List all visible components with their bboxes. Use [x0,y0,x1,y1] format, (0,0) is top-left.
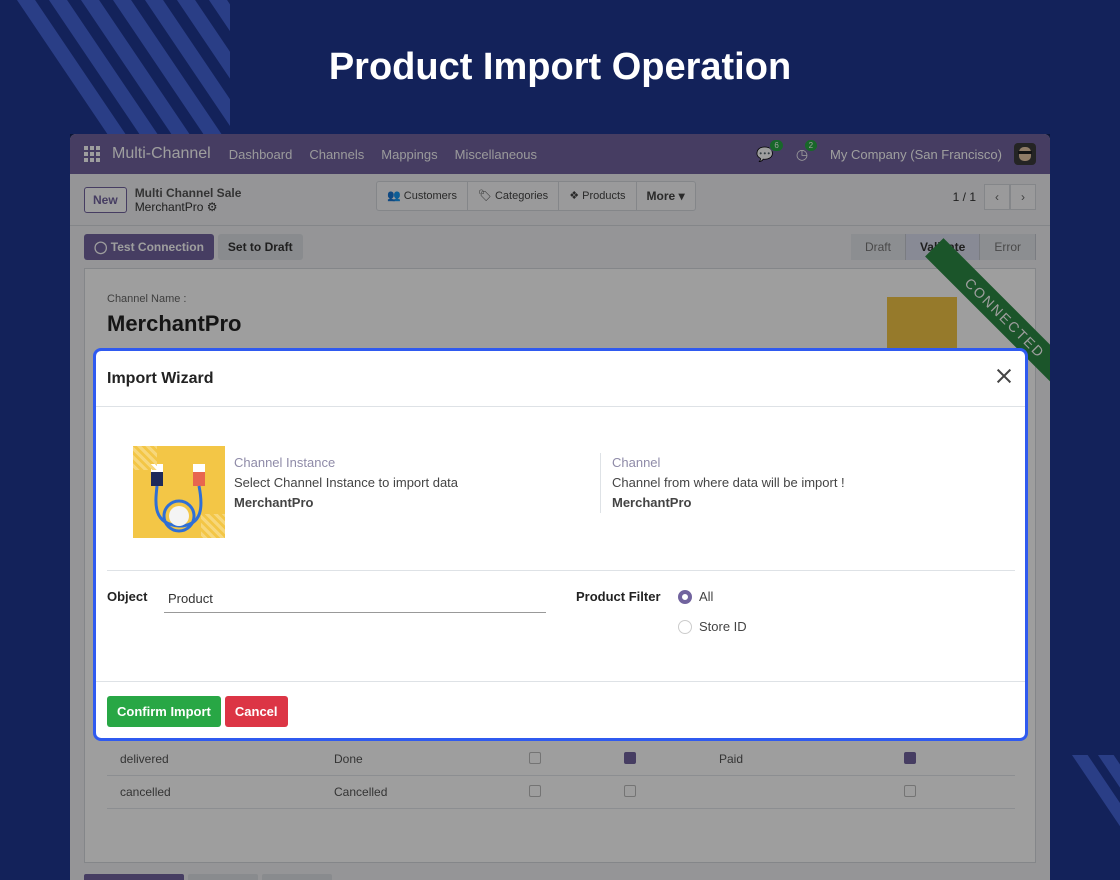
channel-instance-info: Channel Instance Select Channel Instance… [234,453,458,513]
pattern-decoration [133,446,157,470]
product-filter-label: Product Filter [576,589,661,604]
filter-option-store-id[interactable]: Store ID [678,619,747,634]
modal-title: Import Wizard [107,369,214,387]
decorative-stripes [1045,755,1120,840]
filter-option-label: Store ID [699,619,747,634]
page-title: Product Import Operation [328,46,792,88]
channel-instance-image [133,446,225,538]
confirm-import-button[interactable]: Confirm Import [107,696,221,727]
channel-info: Channel Channel from where data will be … [600,453,845,513]
channel-desc: Channel from where data will be import ! [612,475,845,490]
close-icon[interactable] [993,365,1015,387]
modal-header: Import Wizard [96,351,1025,407]
radio-unchecked-icon[interactable] [678,619,692,634]
filter-option-all[interactable]: All [678,589,713,604]
channel-instance-label: Channel Instance [234,455,336,470]
channel-instance-value[interactable]: MerchantPro [234,493,458,513]
channel-value: MerchantPro [612,495,692,510]
channel-label: Channel [612,455,661,470]
pattern-decoration [201,514,225,538]
filter-option-label: All [699,589,714,604]
modal-footer: Confirm Import Cancel [96,681,1025,738]
object-label: Object [107,589,148,604]
channel-instance-desc: Select Channel Instance to import data [234,475,459,490]
object-field[interactable]: Product [164,589,546,613]
cancel-button[interactable]: Cancel [224,696,288,727]
radio-checked-icon[interactable] [678,589,692,604]
import-wizard-dialog: Import Wizard Channel Instance Select Ch… [93,348,1028,741]
divider [107,570,1015,571]
